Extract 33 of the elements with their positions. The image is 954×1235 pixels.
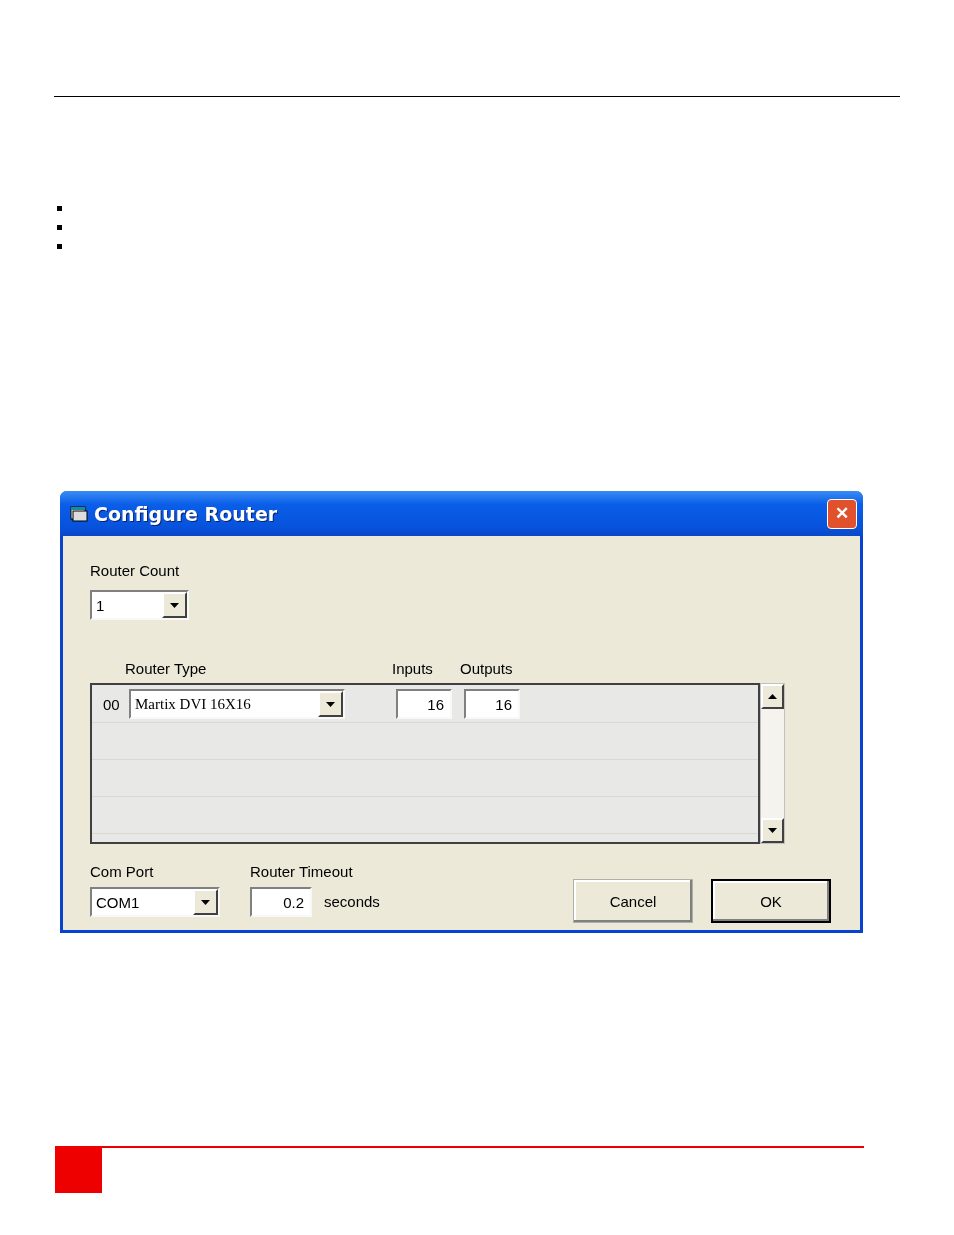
com-port-dropdown[interactable]: COM1 <box>90 887 220 917</box>
row-index: 00 <box>103 695 121 713</box>
dropdown-button[interactable] <box>318 691 343 717</box>
dropdown-button[interactable] <box>162 592 187 618</box>
outputs-field[interactable]: 16 <box>464 689 520 719</box>
timeout-field[interactable]: 0.2 <box>250 887 312 917</box>
dialog-button[interactable]: OK <box>711 879 831 923</box>
up-arrow-icon <box>768 694 777 699</box>
router-type-dropdown[interactable]: Martix DVI 16X16 <box>129 689 345 719</box>
bullet-icon <box>57 244 62 249</box>
field-label: Router Count <box>90 562 181 580</box>
window-title: Configure Router <box>94 502 279 525</box>
scrollbar[interactable] <box>760 683 785 844</box>
bullet-icon <box>57 225 62 230</box>
dialog-button[interactable]: Cancel <box>573 879 693 923</box>
down-arrow-icon <box>170 602 179 608</box>
field-label: Router Timeout <box>250 863 354 881</box>
scroll-down-button[interactable] <box>761 818 784 843</box>
scroll-up-button[interactable] <box>761 684 784 709</box>
column-header: Router Type <box>125 660 208 678</box>
dropdown-button[interactable] <box>193 889 218 915</box>
down-arrow-icon <box>768 828 777 833</box>
router-count-dropdown[interactable]: 1 <box>90 590 189 620</box>
unit-label: seconds <box>324 893 380 911</box>
window-icon <box>70 505 88 522</box>
close-button[interactable]: ✕ <box>827 498 857 529</box>
bullet-icon <box>57 206 62 211</box>
column-header: Inputs <box>392 660 434 678</box>
field-label: Com Port <box>90 863 155 881</box>
column-header: Outputs <box>460 660 513 678</box>
inputs-field[interactable]: 16 <box>396 689 452 719</box>
down-arrow-icon <box>326 701 335 707</box>
down-arrow-icon <box>201 899 210 905</box>
